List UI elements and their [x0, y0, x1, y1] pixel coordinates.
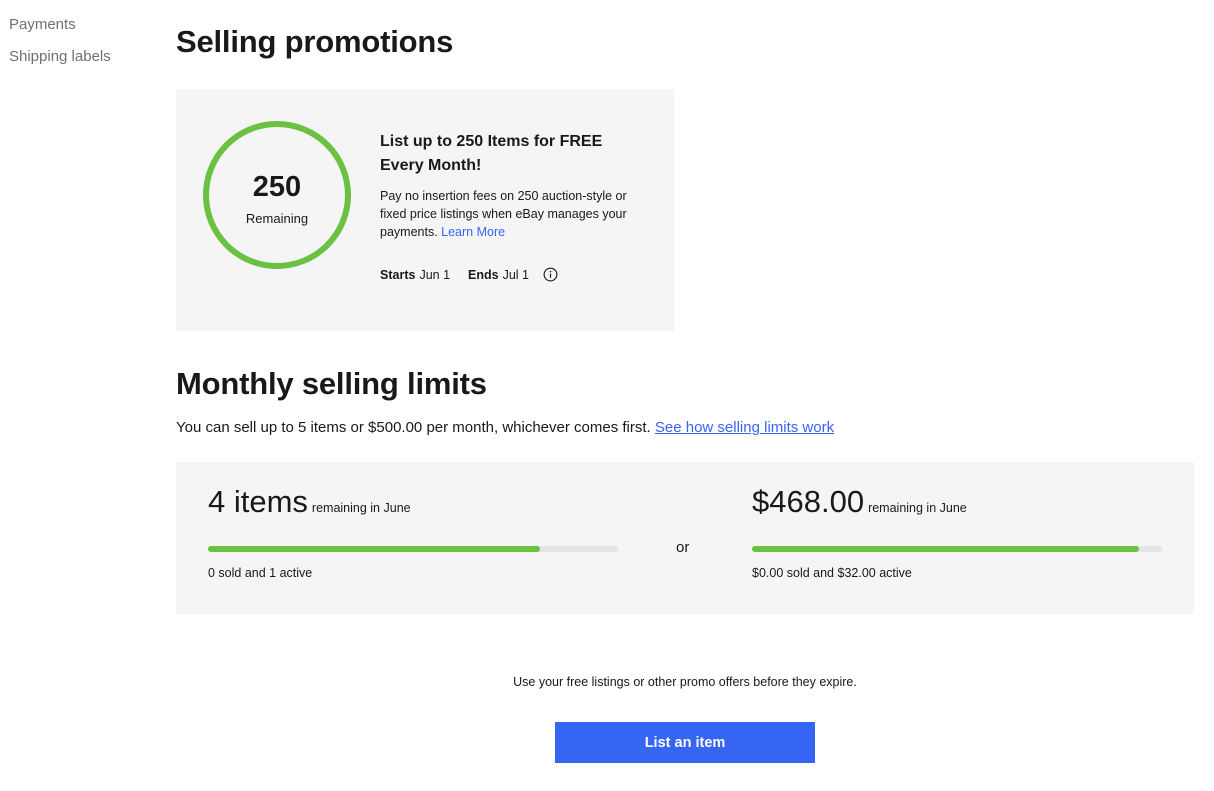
items-remaining-suffix: remaining in June [311, 501, 411, 515]
remaining-label: Remaining [245, 211, 309, 226]
items-remaining-value: 4 items [208, 484, 308, 519]
selling-limits-link[interactable]: See how selling limits work [655, 419, 834, 436]
promotion-card: 250 Remaining List up to 250 Items for F… [176, 89, 674, 331]
amount-progress-fill [752, 546, 1140, 552]
learn-more-link[interactable]: Learn More [441, 225, 505, 239]
amount-remaining-suffix: remaining in June [868, 501, 967, 515]
sidebar-item-shipping-labels[interactable]: Shipping labels [9, 46, 159, 68]
promotion-start: Starts Jun 1 [380, 268, 450, 282]
starts-label: Starts [380, 267, 416, 282]
amount-detail: $0.00 sold and $32.00 active [752, 566, 912, 580]
amount-remaining-value: $468.00 [752, 484, 865, 519]
items-limit-header: 4 items remaining in June [208, 484, 411, 520]
promotion-dates: Starts Jun 1 Ends Jul 1 [380, 267, 558, 282]
limits-description: You can sell up to 5 items or $500.00 pe… [176, 419, 834, 436]
sidebar-item-payments[interactable]: Payments [9, 14, 159, 36]
items-detail: 0 sold and 1 active [208, 566, 313, 580]
promotion-title: List up to 250 Items for FREE Every Mont… [380, 133, 603, 174]
sidebar: Payments Shipping labels [9, 14, 159, 78]
or-divider: or [676, 539, 690, 556]
promotion-description: Pay no insertion fees on 250 auction-sty… [380, 187, 655, 241]
info-icon[interactable] [543, 267, 558, 282]
limits-card: 4 items remaining in June 0 sold and 1 ac… [176, 462, 1194, 614]
limits-description-text: You can sell up to 5 items or $500.00 pe… [176, 419, 651, 436]
starts-value: Jun 1 [419, 267, 451, 282]
items-progress-track [208, 546, 618, 552]
amount-progress-track [752, 546, 1162, 552]
expire-note: Use your free listings or other promo of… [513, 675, 857, 689]
selling-promotions-heading: Selling promotions [176, 24, 454, 59]
ends-value: Jul 1 [502, 267, 529, 282]
items-progress-fill [208, 546, 541, 552]
ends-label: Ends [468, 267, 499, 282]
remaining-count: 250 [252, 171, 302, 203]
monthly-selling-limits-heading: Monthly selling limits [176, 366, 487, 401]
promotion-end: Ends Jul 1 [468, 268, 529, 282]
list-an-item-button[interactable]: List an item [555, 722, 815, 763]
amount-limit-header: $468.00 remaining in June [752, 484, 967, 520]
